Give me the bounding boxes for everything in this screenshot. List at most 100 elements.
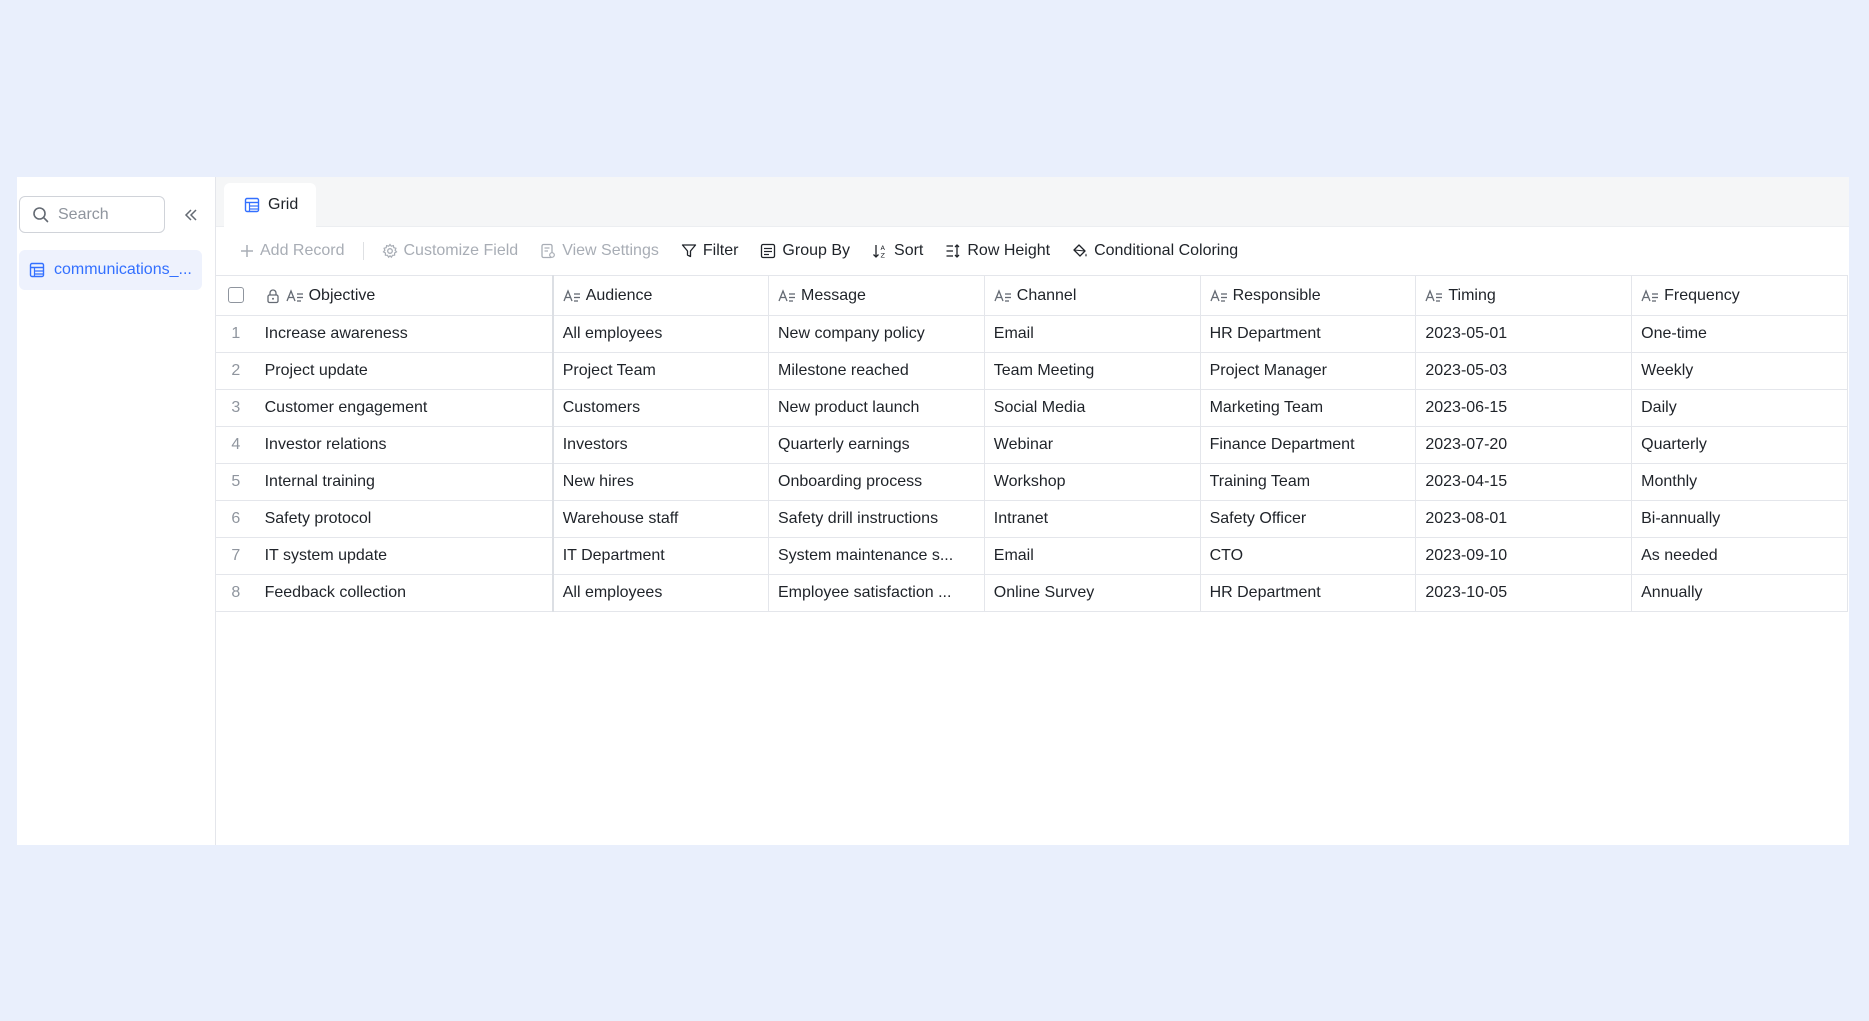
table-cell[interactable]: Marketing Team: [1200, 389, 1417, 427]
table-cell[interactable]: Daily: [1631, 389, 1848, 427]
table-row[interactable]: 6 Safety protocol Warehouse staff Safety…: [216, 500, 1848, 538]
table-cell[interactable]: New hires: [552, 463, 769, 501]
group-icon: [761, 243, 776, 259]
table-cell[interactable]: Quarterly: [1631, 426, 1848, 464]
table-row[interactable]: 4 Investor relations Investors Quarterly…: [216, 426, 1848, 464]
table-cell[interactable]: Email: [984, 537, 1201, 575]
table-cell[interactable]: One-time: [1631, 315, 1848, 353]
filter-button[interactable]: Filter: [681, 242, 738, 260]
sidebar-item-label: communications_...: [54, 261, 192, 278]
table-cell[interactable]: Finance Department: [1200, 426, 1417, 464]
table-cell[interactable]: Safety protocol: [255, 500, 554, 538]
table-cell[interactable]: All employees: [552, 315, 769, 353]
table-cell[interactable]: Safety Officer: [1200, 500, 1417, 538]
column-header-frequency[interactable]: Frequency: [1631, 275, 1848, 316]
column-header-timing[interactable]: Timing: [1415, 275, 1633, 316]
view-settings-icon: [541, 243, 556, 259]
gear-icon: [382, 243, 397, 259]
table-cell[interactable]: Customer engagement: [255, 389, 554, 427]
table-cell[interactable]: Webinar: [984, 426, 1201, 464]
row-number: 1: [216, 315, 256, 353]
group-by-button[interactable]: Group By: [760, 242, 850, 260]
table-cell[interactable]: 2023-05-03: [1415, 352, 1633, 390]
select-all-cell[interactable]: [216, 275, 256, 316]
row-number: 7: [216, 537, 256, 575]
table-cell[interactable]: Quarterly earnings: [768, 426, 985, 464]
table-cell[interactable]: Safety drill instructions: [768, 500, 985, 538]
table-cell[interactable]: Monthly: [1631, 463, 1848, 501]
table-cell[interactable]: CTO: [1200, 537, 1417, 575]
table-cell[interactable]: Investors: [552, 426, 769, 464]
table-cell[interactable]: Bi-annually: [1631, 500, 1848, 538]
table-cell[interactable]: Employee satisfaction ...: [768, 574, 985, 612]
table-cell[interactable]: All employees: [552, 574, 769, 612]
view-settings-button[interactable]: View Settings: [540, 242, 659, 260]
column-header-objective[interactable]: Objective: [255, 275, 554, 316]
data-grid: Objective Audience Message Channel Respo…: [216, 275, 1848, 612]
plus-icon: [241, 245, 253, 257]
table-cell[interactable]: Online Survey: [984, 574, 1201, 612]
table-cell[interactable]: Internal training: [255, 463, 554, 501]
table-cell[interactable]: 2023-07-20: [1415, 426, 1633, 464]
search-input[interactable]: Search: [19, 196, 165, 233]
table-cell[interactable]: Project Manager: [1200, 352, 1417, 390]
table-cell[interactable]: Feedback collection: [255, 574, 554, 612]
column-header-channel[interactable]: Channel: [984, 275, 1201, 316]
column-header-audience[interactable]: Audience: [552, 275, 769, 316]
table-cell[interactable]: Customers: [552, 389, 769, 427]
select-all-checkbox[interactable]: [227, 287, 244, 304]
table-cell[interactable]: Team Meeting: [984, 352, 1201, 390]
table-cell[interactable]: Onboarding process: [768, 463, 985, 501]
table-row[interactable]: 5 Internal training New hires Onboarding…: [216, 463, 1848, 501]
table-cell[interactable]: System maintenance s...: [768, 537, 985, 575]
table-cell[interactable]: Project Team: [552, 352, 769, 390]
table-cell[interactable]: Social Media: [984, 389, 1201, 427]
header-row: Objective Audience Message Channel Respo…: [216, 275, 1848, 316]
table-cell[interactable]: Weekly: [1631, 352, 1848, 390]
conditional-coloring-label: Conditional Coloring: [1094, 242, 1239, 259]
table-cell[interactable]: Intranet: [984, 500, 1201, 538]
paint-bucket-icon: [1073, 244, 1087, 257]
table-cell[interactable]: 2023-05-01: [1415, 315, 1633, 353]
table-cell[interactable]: Email: [984, 315, 1201, 353]
row-height-button[interactable]: Row Height: [945, 242, 1050, 260]
table-cell[interactable]: Warehouse staff: [552, 500, 769, 538]
table-cell[interactable]: Training Team: [1200, 463, 1417, 501]
table-cell[interactable]: 2023-08-01: [1415, 500, 1633, 538]
customize-field-button[interactable]: Customize Field: [382, 242, 518, 260]
table-cell[interactable]: IT system update: [255, 537, 554, 575]
table-cell[interactable]: 2023-06-15: [1415, 389, 1633, 427]
sort-button[interactable]: AZ Sort: [872, 242, 923, 260]
add-record-button[interactable]: Add Record: [240, 242, 345, 260]
table-cell[interactable]: 2023-10-05: [1415, 574, 1633, 612]
tab-grid[interactable]: Grid: [224, 183, 316, 227]
table-cell[interactable]: Increase awareness: [255, 315, 554, 353]
table-cell[interactable]: As needed: [1631, 537, 1848, 575]
sidebar: Search communications_...: [17, 177, 216, 845]
column-header-message[interactable]: Message: [768, 275, 985, 316]
table-cell[interactable]: Workshop: [984, 463, 1201, 501]
table-row[interactable]: 1 Increase awareness All employees New c…: [216, 315, 1848, 353]
table-row[interactable]: 3 Customer engagement Customers New prod…: [216, 389, 1848, 427]
sidebar-item-communications[interactable]: communications_...: [19, 250, 202, 290]
table-cell[interactable]: New company policy: [768, 315, 985, 353]
collapse-sidebar-button[interactable]: [179, 203, 203, 227]
table-cell[interactable]: 2023-09-10: [1415, 537, 1633, 575]
column-header-responsible[interactable]: Responsible: [1200, 275, 1417, 316]
table-cell[interactable]: IT Department: [552, 537, 769, 575]
row-number: 3: [216, 389, 256, 427]
table-row[interactable]: 2 Project update Project Team Milestone …: [216, 352, 1848, 390]
table-row[interactable]: 8 Feedback collection All employees Empl…: [216, 574, 1848, 612]
table-cell[interactable]: HR Department: [1200, 315, 1417, 353]
table-cell[interactable]: Annually: [1631, 574, 1848, 612]
row-number: 2: [216, 352, 256, 390]
sort-label: Sort: [894, 242, 924, 259]
table-row[interactable]: 7 IT system update IT Department System …: [216, 537, 1848, 575]
table-cell[interactable]: Milestone reached: [768, 352, 985, 390]
table-cell[interactable]: New product launch: [768, 389, 985, 427]
table-cell[interactable]: HR Department: [1200, 574, 1417, 612]
table-cell[interactable]: 2023-04-15: [1415, 463, 1633, 501]
table-cell[interactable]: Investor relations: [255, 426, 554, 464]
table-cell[interactable]: Project update: [255, 352, 554, 390]
conditional-coloring-button[interactable]: Conditional Coloring: [1072, 242, 1238, 260]
